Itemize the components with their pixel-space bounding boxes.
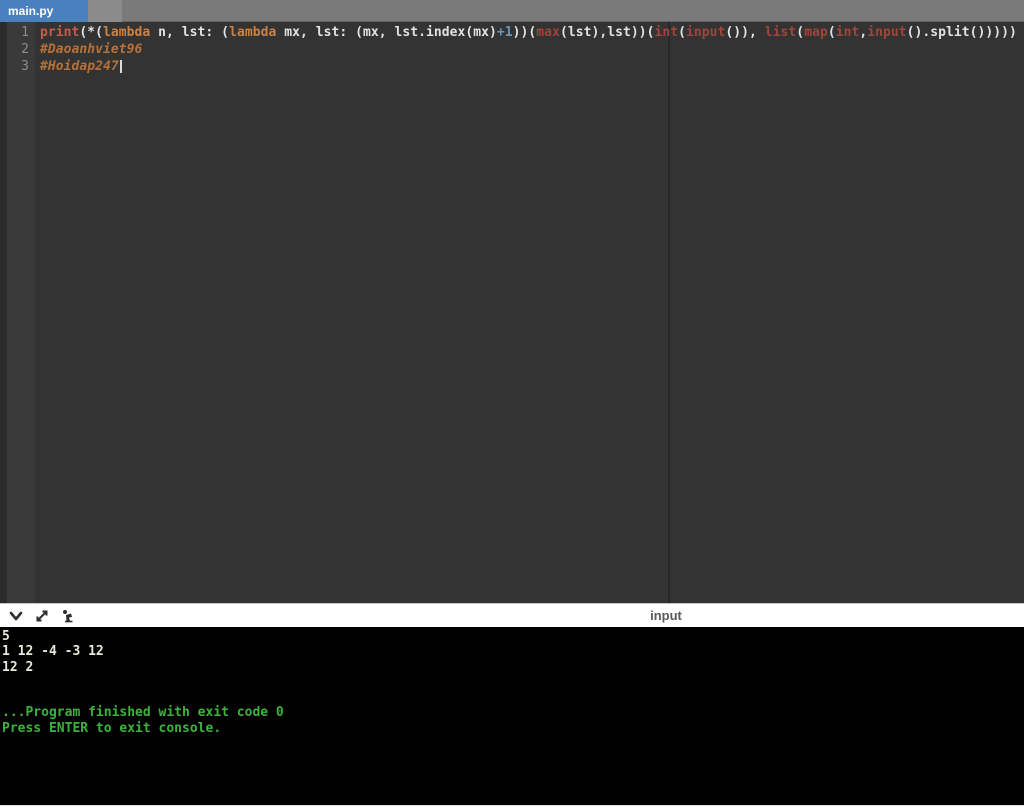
chevron-down-icon[interactable]: [8, 608, 24, 624]
print-margin-line: [668, 22, 670, 603]
tab-main-py[interactable]: main.py: [0, 0, 88, 22]
code-token-plain: (: [827, 25, 836, 40]
code-token-kw: lambda: [229, 25, 277, 40]
console-line: Press ENTER to exit console.: [2, 720, 222, 736]
code-token-plain: (lst),lst))(: [559, 25, 655, 40]
text-cursor: [119, 60, 122, 73]
code-token-builtin: int: [654, 25, 679, 40]
console-output[interactable]: 51 12 -4 -3 12 12 2 ...Program finished w…: [0, 627, 1024, 805]
code-token-plain: mx, lst: (mx, lst.index(mx): [276, 25, 497, 40]
console-line: 1 12 -4 -3 12: [2, 644, 104, 660]
code-token-builtin: input: [867, 25, 907, 40]
console-line: 12 2: [2, 659, 34, 675]
line-number[interactable]: 1: [7, 24, 35, 41]
code-token-num: +1: [496, 25, 513, 40]
tab-bar: main.py: [0, 0, 1024, 22]
code-token-plain: ().split())))): [906, 25, 1017, 40]
line-number[interactable]: 2: [7, 41, 35, 58]
tab-bar-shade: [88, 0, 122, 22]
code-token-comment: #Hoidap247: [40, 59, 119, 74]
editor-fold-strip: [0, 22, 7, 603]
console-toolbar: input: [0, 603, 1024, 627]
code-token-builtin: map: [804, 25, 828, 40]
horizontal-scrollbar[interactable]: [0, 805, 1024, 810]
code-area[interactable]: print(*(lambda n, lst: (lambda mx, lst: …: [40, 24, 1020, 75]
code-token-plain: (: [796, 25, 805, 40]
code-token-plain: (*(: [79, 25, 104, 40]
code-token-kw: lambda: [103, 25, 151, 40]
code-editor[interactable]: 123 print(*(lambda n, lst: (lambda mx, l…: [0, 22, 1024, 603]
expand-icon[interactable]: [34, 608, 50, 624]
ide-window: main.py 123 print(*(lambda n, lst: (lamb…: [0, 0, 1024, 810]
line-number-gutter[interactable]: 123: [7, 22, 35, 603]
code-token-builtin: max: [536, 25, 560, 40]
share-icon[interactable]: [60, 608, 76, 624]
code-line[interactable]: #Daoanhviet96: [40, 41, 1020, 58]
code-line[interactable]: print(*(lambda n, lst: (lambda mx, lst: …: [40, 24, 1020, 41]
console-line: 5: [2, 629, 10, 644]
line-number[interactable]: 3: [7, 58, 35, 75]
code-token-builtin: input: [686, 25, 726, 40]
code-token-plain: (: [678, 25, 686, 40]
code-token-builtin: list: [764, 25, 797, 40]
code-token-plain: ))(: [512, 25, 537, 40]
code-line[interactable]: #Hoidap247: [40, 58, 1020, 75]
code-token-builtin: int: [835, 25, 860, 40]
code-token-comment: #Daoanhviet96: [40, 42, 143, 57]
console-line: ...Program finished with exit code 0: [2, 705, 284, 721]
code-token-plain: ()),: [725, 25, 765, 40]
console-input-label: input: [650, 608, 682, 623]
code-token-plain: n, lst: (: [150, 25, 230, 40]
code-token-fn: print: [40, 25, 80, 40]
